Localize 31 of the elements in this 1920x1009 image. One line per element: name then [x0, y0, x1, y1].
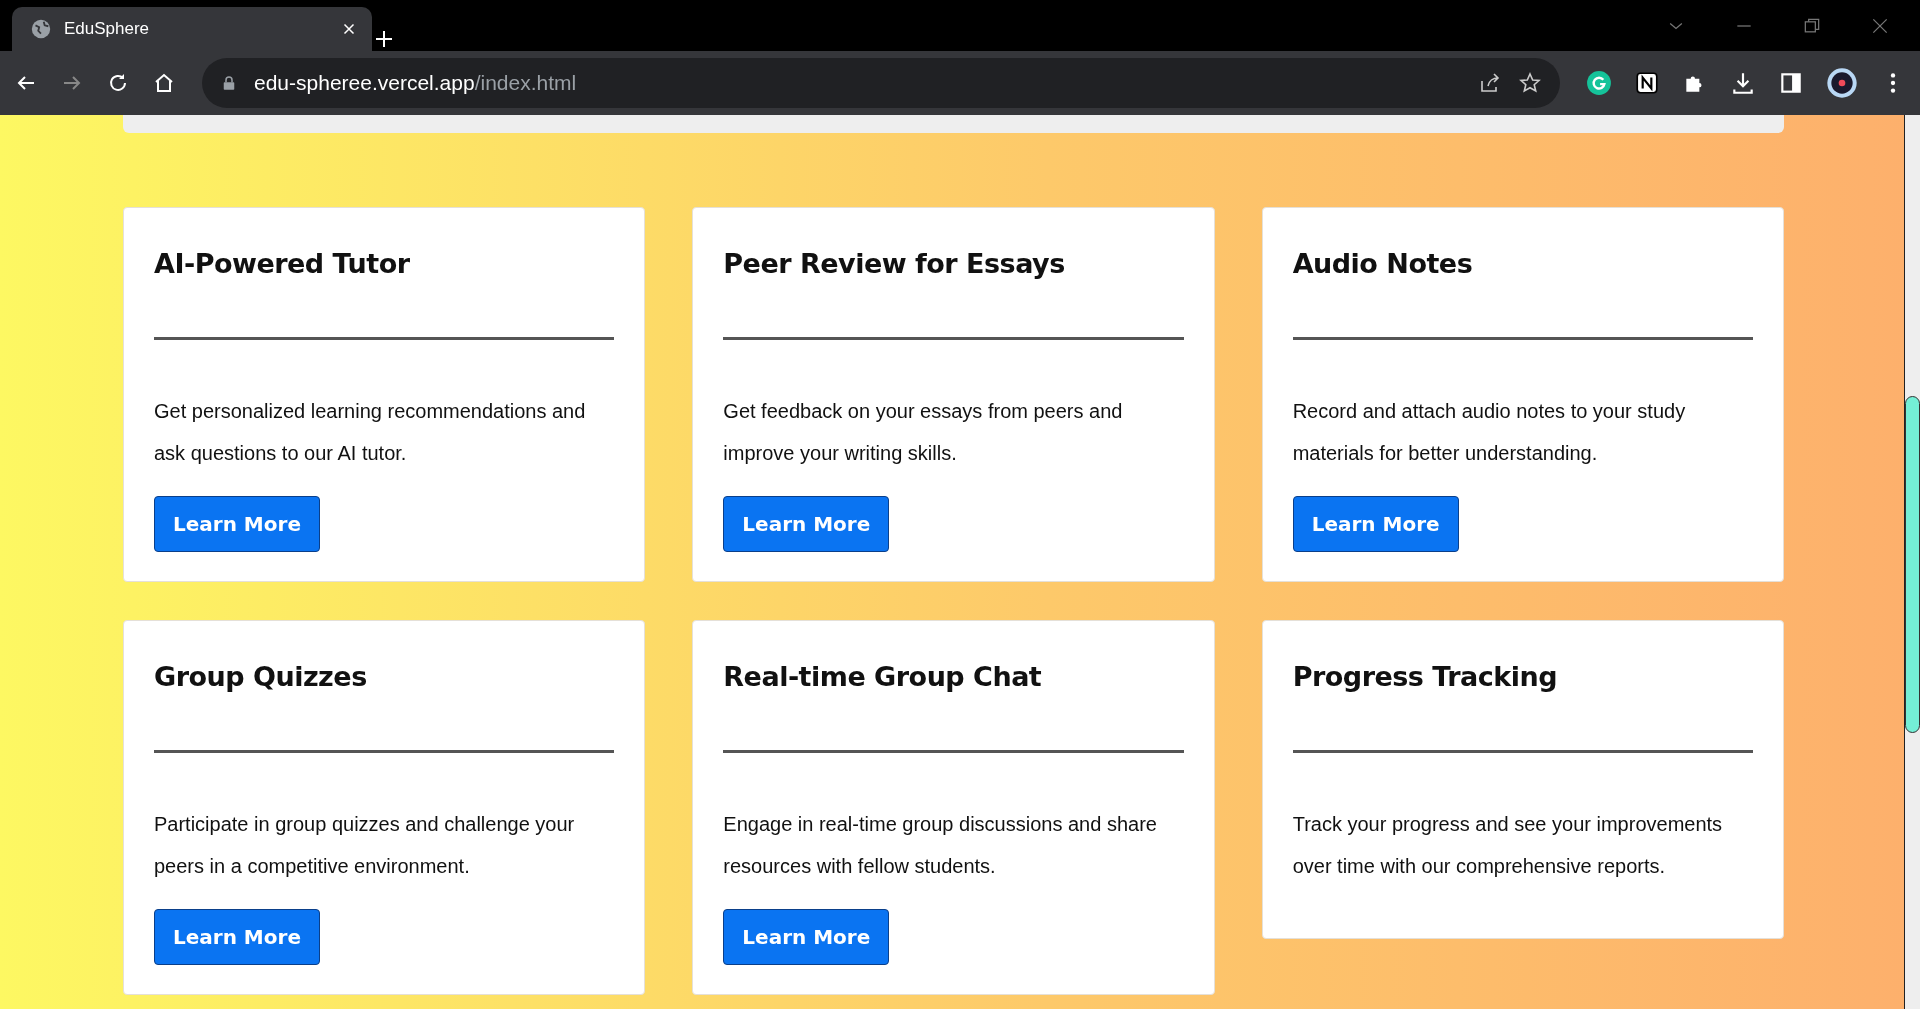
card-title: Progress Tracking [1292, 661, 1559, 692]
scrollbar[interactable] [1904, 115, 1920, 1009]
card-title: Peer Review for Essays [723, 248, 1066, 279]
card-description: Record and attach audio notes to your study materials for better understanding. [1292, 399, 1687, 466]
avatar-icon[interactable] [1826, 67, 1858, 99]
card-description: Get feedback on your essays from peers and improve your writing skills. [723, 399, 1124, 466]
tab-title: EduSphere [64, 19, 151, 39]
address-bar[interactable]: edu-spheree.vercel.app/index.html [202, 58, 1560, 108]
scrollbar-thumb[interactable] [1905, 396, 1920, 733]
n-square-icon[interactable] [1634, 70, 1660, 96]
card-description: Track your progress and see your improvements over time with our comprehensive reports. [1292, 812, 1724, 879]
learn-more-button[interactable]: Learn More [723, 496, 890, 552]
share-icon[interactable] [1478, 71, 1502, 95]
card-title: AI-Powered Tutor [154, 248, 411, 279]
learn-more-button[interactable]: Learn More [1292, 496, 1459, 552]
learn-more-button[interactable]: Learn More [723, 909, 890, 965]
card-title: Real-time Group Chat [723, 661, 1043, 692]
side-panel-icon[interactable] [1778, 70, 1804, 96]
card-title: Audio Notes [1292, 248, 1474, 279]
star-icon[interactable] [1518, 71, 1542, 95]
learn-more-button[interactable]: Learn More [154, 496, 320, 552]
learn-more-button[interactable]: Learn More [154, 909, 320, 965]
browser-tab[interactable]: EduSphere [12, 7, 372, 51]
card-title: Group Quizzes [154, 661, 368, 692]
url-text: edu-spheree.vercel.app/index.html [254, 71, 577, 95]
g-circle-icon[interactable] [1586, 70, 1612, 96]
card-description: Engage in real-time group discussions and share resources with fellow students. [723, 812, 1158, 879]
globe-icon [30, 18, 52, 40]
download-icon[interactable] [1730, 70, 1756, 96]
card-description: Get personalized learning recommendations and ask questions to our AI tutor. [154, 399, 587, 466]
card-description: Participate in group quizzes and challenge your peers in a competitive environment. [154, 812, 576, 879]
